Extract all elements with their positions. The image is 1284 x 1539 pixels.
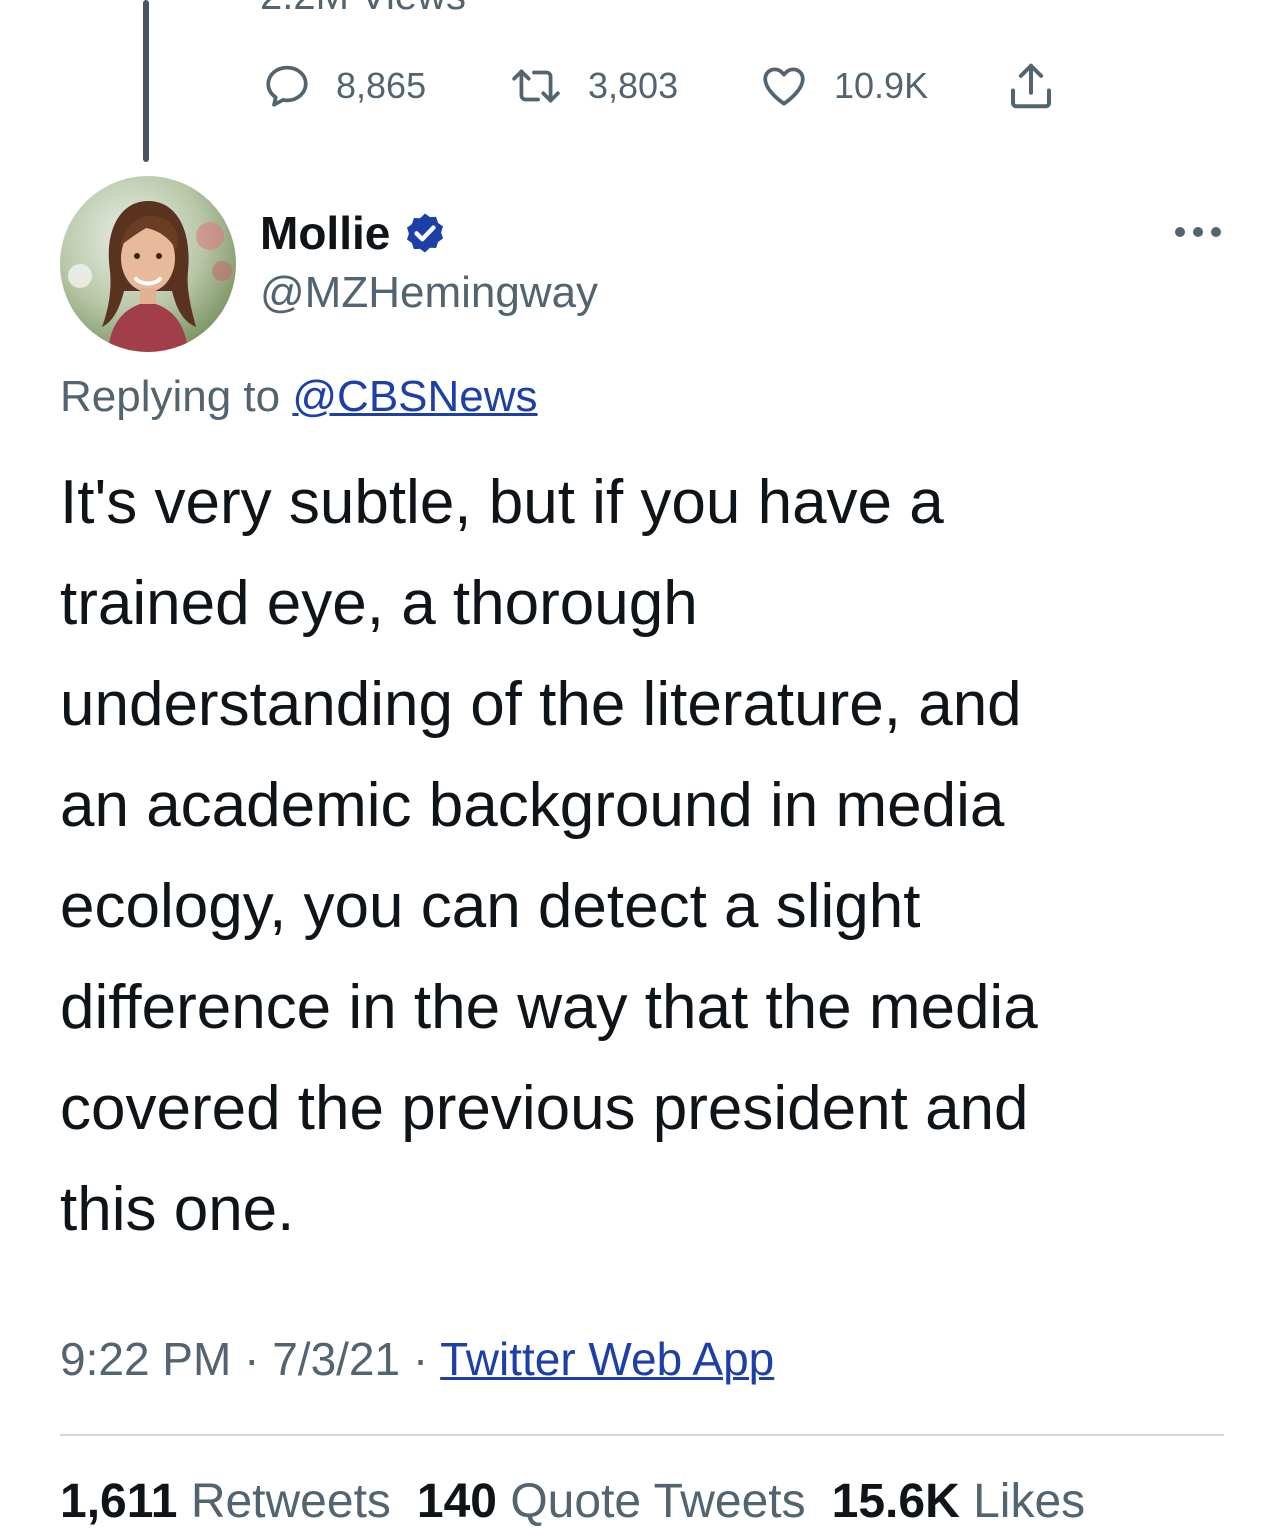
- retweet-count: 3,803: [588, 65, 679, 106]
- tweet-text-line: It's very subtle, but if you have a: [60, 468, 944, 537]
- meta-separator: ·: [244, 1333, 260, 1385]
- tweet-text-line: difference in the way that the media: [60, 973, 1038, 1042]
- author-handle[interactable]: @MZHemingway: [260, 268, 598, 318]
- quote-tweets-label: Quote Tweets: [510, 1475, 806, 1528]
- likes-label: Likes: [973, 1475, 1086, 1528]
- reply-target-link[interactable]: @CBSNews: [292, 372, 537, 421]
- retweets-stat[interactable]: 1,611 Retweets: [60, 1475, 391, 1528]
- quote-tweets-stat[interactable]: 140 Quote Tweets: [417, 1475, 806, 1528]
- tweet-text-line: ecology, you can detect a slight: [60, 872, 921, 941]
- replying-to: Replying to @CBSNews: [60, 372, 538, 422]
- divider: [60, 1434, 1224, 1436]
- retweet-action[interactable]: 3,803: [508, 54, 678, 118]
- likes-count: 15.6K: [831, 1475, 960, 1528]
- author-avatar[interactable]: [60, 176, 236, 352]
- likes-stat[interactable]: 15.6K Likes: [832, 1475, 1086, 1528]
- retweet-icon: [512, 69, 560, 103]
- engagement-stats: 1,611 Retweets 140 Quote Tweets 15.6K Like…: [60, 1474, 1085, 1529]
- tweet-metadata: 9:22 PM · 7/3/21 · Twitter Web App: [60, 1332, 774, 1386]
- heart-icon: [763, 67, 805, 106]
- reply-icon: [266, 65, 308, 107]
- tweet-text-line: this one.: [60, 1175, 295, 1244]
- previous-tweet-views: 2.2M Views: [260, 0, 466, 19]
- retweets-label: Retweets: [190, 1475, 391, 1528]
- like-count: 10.9K: [834, 65, 929, 106]
- previous-tweet-action-bar: 8,865 3,803 10.9K: [0, 54, 1284, 118]
- tweet-source-link[interactable]: Twitter Web App: [440, 1333, 774, 1385]
- replying-to-label: Replying to: [60, 372, 281, 421]
- tweet-date[interactable]: 7/3/21: [272, 1333, 400, 1385]
- avatar-photo: [60, 176, 236, 352]
- author-name[interactable]: Mollie: [260, 206, 390, 260]
- share-icon: [1010, 63, 1052, 109]
- tweet-text-line: trained eye, a thorough: [60, 569, 698, 638]
- more-options-icon[interactable]: [1168, 212, 1228, 252]
- tweet-text-line: covered the previous president and: [60, 1074, 1029, 1143]
- tweet-text-line: understanding of the literature, and: [60, 670, 1022, 739]
- verified-badge-icon: [407, 213, 444, 253]
- tweet-text-line: an academic background in media: [60, 771, 1005, 840]
- retweets-count: 1,611: [60, 1475, 178, 1528]
- author-info: Mollie @MZHemingway: [260, 200, 598, 318]
- author-name-row: Mollie: [260, 200, 598, 266]
- share-action[interactable]: [1004, 54, 1058, 118]
- reply-count: 8,865: [336, 65, 427, 106]
- meta-separator: ·: [412, 1333, 429, 1385]
- tweet-time[interactable]: 9:22 PM: [60, 1333, 231, 1385]
- quote-tweets-count: 140: [416, 1475, 497, 1528]
- like-action[interactable]: 10.9K: [758, 54, 928, 118]
- reply-action[interactable]: 8,865: [262, 54, 426, 118]
- tweet-text: It's very subtle, but if you have a trai…: [60, 452, 1240, 1260]
